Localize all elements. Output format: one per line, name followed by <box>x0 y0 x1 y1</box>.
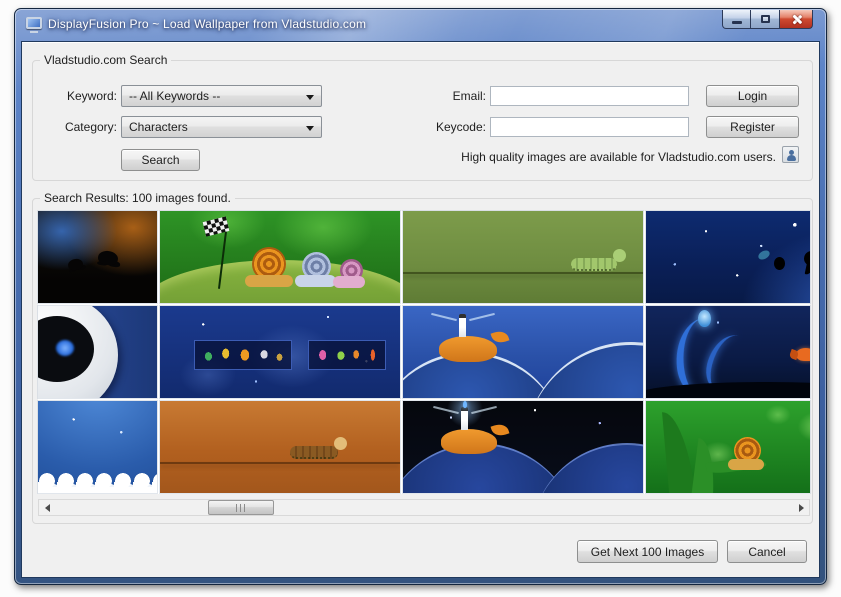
wallpaper-art-snail-race <box>160 211 400 303</box>
wallpaper-art-grass-snail <box>646 401 810 493</box>
email-field[interactable] <box>490 86 689 106</box>
keycode-field[interactable] <box>490 117 689 137</box>
scroll-left-icon <box>45 504 50 512</box>
scrollbar-thumb[interactable] <box>208 500 274 515</box>
wallpaper-art-night-comma <box>646 211 810 303</box>
thumbnail[interactable] <box>38 401 157 493</box>
get-next-100-images-button[interactable]: Get Next 100 Images <box>577 540 718 563</box>
maximize-button[interactable] <box>751 10 780 29</box>
results-groupbox: Search Results: 100 images found. <box>32 198 813 524</box>
scroll-right-icon <box>799 504 804 512</box>
minimize-button[interactable] <box>722 10 751 29</box>
window-title: DisplayFusion Pro ~ Load Wallpaper from … <box>48 17 366 31</box>
wallpaper-art-whale-night <box>403 401 643 493</box>
thumbnail-row <box>38 211 810 303</box>
scroll-right-button[interactable] <box>793 500 809 515</box>
close-button[interactable] <box>780 10 813 29</box>
thumbnail-grid <box>38 211 810 494</box>
keycode-label: Keycode: <box>413 120 486 134</box>
wallpaper-art-orange-caterpillar <box>160 401 400 493</box>
thumbnail[interactable] <box>646 306 810 398</box>
results-group-title: Search Results: 100 images found. <box>40 191 235 205</box>
window-controls <box>722 10 813 29</box>
high-quality-info-text: High quality images are available for Vl… <box>461 150 776 164</box>
thumbnail[interactable] <box>403 401 643 493</box>
thumbnail[interactable] <box>160 211 400 303</box>
wallpaper-art-robot-eye <box>38 306 157 398</box>
maximize-icon <box>761 15 770 23</box>
scrollbar-grip-icon <box>236 504 246 512</box>
scroll-left-button[interactable] <box>39 500 55 515</box>
category-dropdown-value: Characters <box>129 120 188 134</box>
category-label: Category: <box>41 120 117 134</box>
register-button[interactable]: Register <box>706 116 799 138</box>
keyword-dropdown[interactable]: -- All Keywords -- <box>121 85 322 107</box>
search-button[interactable]: Search <box>121 149 200 171</box>
thumbnail[interactable] <box>38 306 157 398</box>
close-icon <box>791 14 802 25</box>
chevron-down-icon <box>306 95 314 100</box>
thumbnail[interactable] <box>38 211 157 303</box>
wallpaper-art-ants <box>38 211 157 303</box>
chevron-down-icon <box>306 126 314 131</box>
vladstudio-user-info-button[interactable] <box>782 146 799 163</box>
thumbnail-row <box>38 401 810 493</box>
cancel-button[interactable]: Cancel <box>727 540 807 563</box>
email-label: Email: <box>413 89 486 103</box>
monitor-icon-stand <box>30 31 38 33</box>
thumbnail-row <box>38 306 810 398</box>
title-bar: DisplayFusion Pro ~ Load Wallpaper from … <box>15 9 826 41</box>
monitor-icon-screen <box>26 17 42 29</box>
search-groupbox: Vladstudio.com Search Keyword: -- All Ke… <box>32 60 813 181</box>
keyword-dropdown-value: -- All Keywords -- <box>129 89 220 103</box>
monitor-icon <box>26 17 43 32</box>
thumbnail[interactable] <box>403 306 643 398</box>
login-button[interactable]: Login <box>706 85 799 107</box>
wallpaper-art-whale-day <box>403 306 643 398</box>
minimize-icon <box>732 21 742 24</box>
category-dropdown[interactable]: Characters <box>121 116 322 138</box>
thumbnail[interactable] <box>646 211 810 303</box>
thumbnail[interactable] <box>160 401 400 493</box>
dialog-client-area: Vladstudio.com Search Keyword: -- All Ke… <box>21 41 820 578</box>
wallpaper-art-space-shelves <box>160 306 400 398</box>
search-group-title: Vladstudio.com Search <box>40 53 171 67</box>
dialog-window: DisplayFusion Pro ~ Load Wallpaper from … <box>14 8 827 585</box>
scrollbar-track[interactable] <box>55 500 793 515</box>
thumbnail[interactable] <box>646 401 810 493</box>
thumbnail[interactable] <box>403 211 643 303</box>
wallpaper-art-night-plant <box>646 306 810 398</box>
keyword-label: Keyword: <box>41 89 117 103</box>
horizontal-scrollbar[interactable] <box>38 499 810 516</box>
thumbnail[interactable] <box>160 306 400 398</box>
vladstudio-user-icon-body <box>787 155 796 161</box>
wallpaper-art-green-caterpillar <box>403 211 643 303</box>
wallpaper-art-snow-sky <box>38 401 157 493</box>
